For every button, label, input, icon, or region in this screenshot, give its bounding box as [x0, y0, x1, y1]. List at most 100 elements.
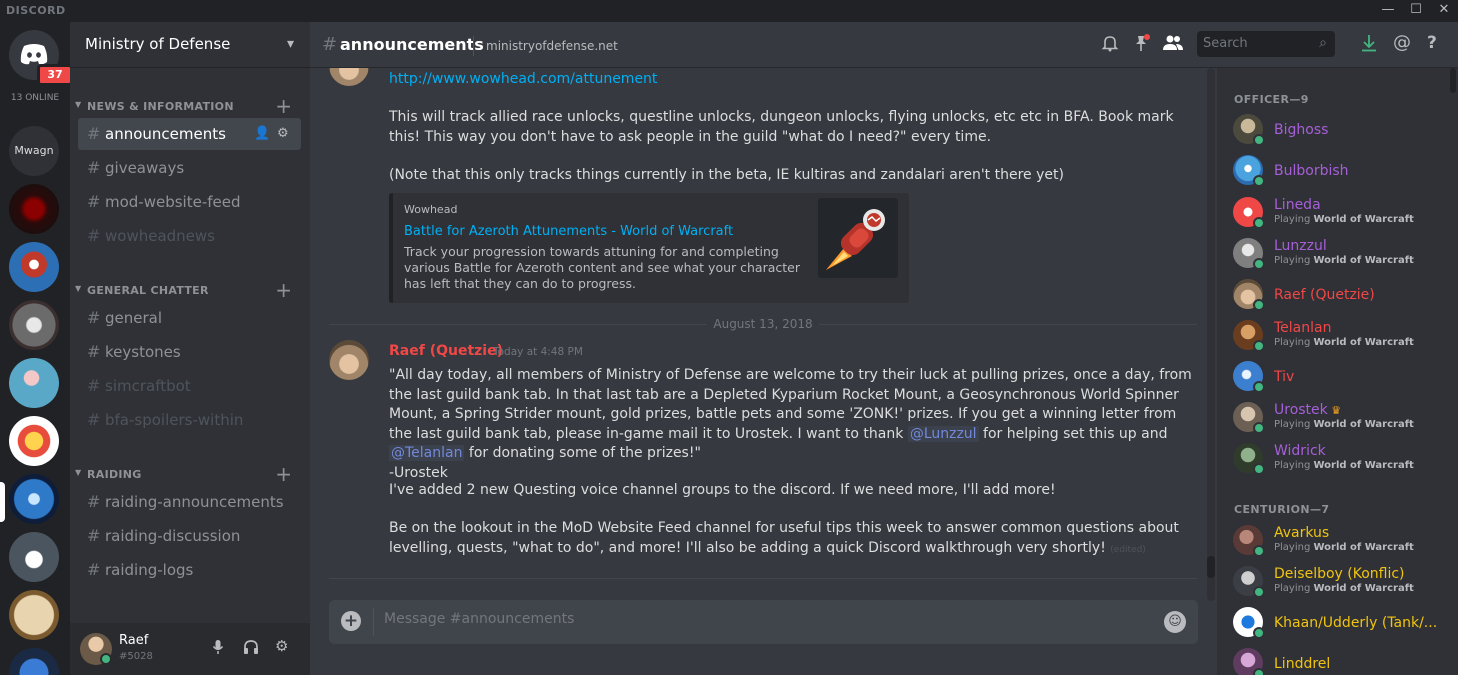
search-box[interactable]: ⌕: [1197, 31, 1335, 57]
member-activity: Playing World of Warcraft: [1274, 419, 1414, 430]
crown-icon: ♛: [1327, 404, 1342, 417]
gear-icon[interactable]: ⚙: [277, 126, 289, 141]
member-item[interactable]: Bulborbish: [1227, 151, 1447, 191]
hash-icon: #: [87, 192, 101, 211]
channel-keystones[interactable]: # keystones: [78, 336, 301, 368]
scrollbar[interactable]: [1207, 68, 1215, 601]
online-status-icon: [1253, 668, 1265, 675]
add-channel-icon[interactable]: +: [275, 462, 292, 486]
channel-simcraftbot[interactable]: # simcraftbot: [78, 370, 301, 402]
member-item[interactable]: Urostek ♛ Playing World of Warcraft: [1227, 398, 1447, 438]
member-name: Lunzzul: [1274, 238, 1327, 254]
channel-raiding-announcements[interactable]: # raiding-announcements: [78, 486, 301, 518]
member-item[interactable]: Lunzzul Playing World of Warcraft: [1227, 234, 1447, 274]
help-icon[interactable]: ?: [1427, 33, 1437, 53]
headphones-icon[interactable]: [243, 639, 259, 655]
channel-general[interactable]: # general: [78, 302, 301, 334]
member-item[interactable]: Deiselboy (Konflic) Playing World of Warc…: [1227, 562, 1447, 602]
microphone-icon[interactable]: [212, 639, 224, 655]
member-name: Urostek ♛: [1274, 402, 1342, 418]
member-item[interactable]: Avarkus Playing World of Warcraft: [1227, 521, 1447, 561]
member-activity: Playing World of Warcraft: [1274, 542, 1414, 553]
download-icon[interactable]: [1361, 34, 1377, 52]
server-header[interactable]: Ministry of Defense ▾: [70, 22, 310, 68]
guild-ministry-of-defense[interactable]: [9, 474, 59, 524]
channel-label: simcraftbot: [105, 377, 191, 395]
caret-icon: ▼: [75, 100, 82, 109]
minimize-button[interactable]: —: [1374, 0, 1402, 22]
guild-mwagn[interactable]: Mwagn: [9, 126, 59, 176]
member-item[interactable]: Raef (Quetzie): [1227, 275, 1447, 315]
user-panel: Raef #5028 ⚙: [70, 623, 310, 675]
member-item[interactable]: Telanlan Playing World of Warcraft: [1227, 316, 1447, 356]
member-list-icon[interactable]: [1162, 34, 1184, 52]
member-activity: Playing World of Warcraft: [1274, 460, 1414, 471]
close-button[interactable]: ✕: [1430, 0, 1458, 22]
settings-gear-icon[interactable]: ⚙: [275, 637, 288, 655]
hash-icon: #: [87, 410, 101, 429]
category-label: RAIDING: [87, 468, 142, 481]
bell-icon[interactable]: [1101, 34, 1119, 52]
channel-bfa-spoilers-within[interactable]: # bfa-spoilers-within: [78, 404, 301, 436]
message-input[interactable]: [384, 611, 1144, 627]
mentions-icon[interactable]: @: [1393, 32, 1411, 53]
channel-raiding-logs[interactable]: # raiding-logs: [78, 554, 301, 586]
guild-shark[interactable]: [9, 242, 59, 292]
avatar[interactable]: [329, 340, 369, 380]
member-item[interactable]: Bighoss: [1227, 110, 1447, 150]
avatar[interactable]: [329, 68, 369, 86]
member-item[interactable]: Lineda Playing World of Warcraft: [1227, 193, 1447, 233]
online-status-icon: [100, 653, 112, 665]
message-content: http://www.wowhead.com/attunement: [389, 70, 1199, 90]
mention-badge: 37: [37, 64, 73, 86]
channel-wowheadnews[interactable]: # wowheadnews: [78, 220, 301, 252]
member-name: Telanlan: [1274, 320, 1332, 336]
online-status-icon: [1253, 586, 1265, 598]
member-list-scrollbar[interactable]: [1450, 68, 1456, 93]
user-mention[interactable]: @Lunzzul: [907, 425, 979, 442]
upload-plus-icon[interactable]: +: [341, 611, 361, 631]
emoji-icon[interactable]: ☺: [1164, 611, 1186, 633]
add-channel-icon[interactable]: +: [275, 278, 292, 302]
member-activity: Playing World of Warcraft: [1274, 214, 1414, 225]
pin-icon[interactable]: [1132, 34, 1150, 52]
search-input[interactable]: [1197, 31, 1307, 56]
member-activity: Playing World of Warcraft: [1274, 255, 1414, 266]
member-item[interactable]: Khaan/Udderly (Tank/...: [1227, 603, 1447, 643]
online-status-icon: [1253, 545, 1265, 557]
add-channel-icon[interactable]: +: [275, 94, 292, 118]
channel-label: bfa-spoilers-within: [105, 411, 244, 429]
user-mention[interactable]: @Telanlan: [389, 445, 465, 461]
category-news[interactable]: ▼ NEWS & INFORMATION +: [70, 94, 310, 118]
channel-label: giveaways: [105, 159, 185, 177]
member-item[interactable]: Tiv: [1227, 357, 1447, 397]
guild-party[interactable]: [9, 416, 59, 466]
channel-mod-website-feed[interactable]: # mod-website-feed: [78, 186, 301, 218]
header-divider: [473, 36, 474, 56]
maximize-button[interactable]: ☐: [1402, 0, 1430, 22]
message-link[interactable]: http://www.wowhead.com/attunement: [389, 71, 657, 87]
guild-skull[interactable]: [9, 300, 59, 350]
category-general-chatter[interactable]: ▼ GENERAL CHATTER +: [70, 278, 310, 302]
online-count: 13 ONLINE: [10, 93, 60, 103]
channel-announcements[interactable]: # announcements 👤 ⚙: [78, 118, 301, 150]
message-author[interactable]: Raef (Quetzie): [389, 343, 503, 359]
embed-title[interactable]: Battle for Azeroth Attunements - World o…: [404, 224, 733, 239]
category-raiding[interactable]: ▼ RAIDING +: [70, 462, 310, 486]
user-name: Raef: [119, 633, 149, 648]
channel-raiding-discussion[interactable]: # raiding-discussion: [78, 520, 301, 552]
member-item[interactable]: Linddrel: [1227, 644, 1447, 675]
guild-penguin[interactable]: [9, 532, 59, 582]
embed-thumbnail[interactable]: [818, 198, 898, 278]
member-name: Linddrel: [1274, 656, 1331, 672]
invite-icon[interactable]: 👤: [254, 126, 270, 141]
scrollbar-thumb[interactable]: [1207, 556, 1215, 578]
hash-icon: #: [87, 526, 101, 545]
channel-topic[interactable]: ministryofdefense.net: [486, 39, 618, 53]
guild-blue[interactable]: [9, 648, 59, 675]
channel-giveaways[interactable]: # giveaways: [78, 152, 301, 184]
guild-cartoon[interactable]: [9, 358, 59, 408]
guild-horde[interactable]: [9, 184, 59, 234]
member-item[interactable]: Widrick Playing World of Warcraft: [1227, 439, 1447, 479]
guild-cq[interactable]: [9, 590, 59, 640]
